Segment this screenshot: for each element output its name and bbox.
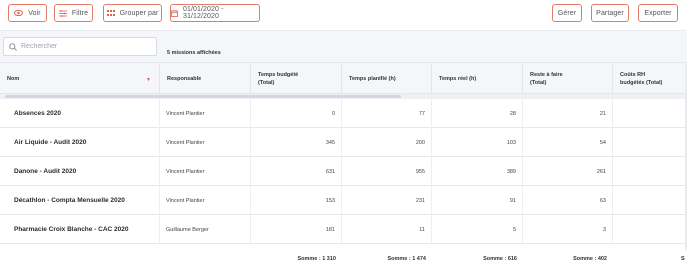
table-footer: Somme : 1 310 Somme : 1 474 Somme : 616 … xyxy=(0,250,687,265)
table-row[interactable]: Absences 2020 Vincent Plantier 0 77 28 21 xyxy=(0,99,687,128)
mission-name-cell: Pharmacie Croix Blanche - CAC 2020 xyxy=(0,215,160,244)
date-range-button[interactable]: 01/01/2020 - 31/12/2020 xyxy=(170,4,260,22)
temps-reel-cell: 5 xyxy=(432,215,523,244)
gerer-button[interactable]: Gérer xyxy=(552,4,582,22)
temps-planifie-cell: 231 xyxy=(342,186,432,215)
sum-temps-planifie: Somme : 1 474 xyxy=(387,256,426,262)
reste-a-faire-cell: 261 xyxy=(523,157,613,186)
mission-name-cell: Air Liquide - Audit 2020 xyxy=(0,128,160,157)
column-header-couts-rh[interactable]: Coûts RH budgétés (Total) xyxy=(613,63,687,95)
gerer-label: Gérer xyxy=(557,9,577,17)
responsable-cell: Vincent Plantier xyxy=(160,186,251,215)
reste-a-faire-cell: 21 xyxy=(523,99,613,128)
column-header-responsable[interactable]: Responsable xyxy=(160,63,251,95)
search-box[interactable] xyxy=(3,37,157,56)
column-header-temps-reel[interactable]: Temps réel (h) xyxy=(432,63,523,95)
column-header-nom[interactable]: Nom ▼ xyxy=(0,63,160,95)
couts-rh-cell xyxy=(613,186,687,215)
table-row[interactable]: Air Liquide - Audit 2020 Vincent Plantier… xyxy=(0,128,687,157)
column-header-reste-sub: (Total) xyxy=(530,80,547,86)
temps-reel-cell: 103 xyxy=(432,128,523,157)
column-header-nom-label: Nom xyxy=(7,76,20,82)
group-grid-icon xyxy=(106,10,115,16)
column-header-reste-label: Reste à faire xyxy=(530,72,563,78)
date-range-label: 01/01/2020 - 31/12/2020 xyxy=(183,6,224,20)
toolbar: Voir Filtre Grouper par 01/01/2020 - 31/… xyxy=(0,0,687,30)
mission-name-cell: Décathlon - Compta Mensuelle 2020 xyxy=(0,186,160,215)
filtre-label: Filtre xyxy=(71,9,89,17)
couts-rh-cell xyxy=(613,215,687,244)
temps-budgete-cell: 345 xyxy=(251,128,342,157)
table-row[interactable]: Danone - Audit 2020 Vincent Plantier 631 95… xyxy=(0,157,687,186)
eye-icon xyxy=(14,10,24,16)
column-header-temps-budgete-label: Temps budgété xyxy=(258,72,299,78)
reste-a-faire-cell: 54 xyxy=(523,128,613,157)
mission-name-cell: Absences 2020 xyxy=(0,99,160,128)
sum-temps-reel: Somme : 616 xyxy=(483,256,517,262)
table-header: Nom ▼ Responsable Temps budgété (Total) … xyxy=(0,62,687,95)
column-header-temps-planifie[interactable]: Temps planifié (h) xyxy=(342,63,432,95)
column-header-temps-planifie-label: Temps planifié (h) xyxy=(349,76,396,82)
filter-sliders-icon xyxy=(58,9,67,17)
temps-budgete-cell: 631 xyxy=(251,157,342,186)
couts-rh-cell xyxy=(613,128,687,157)
calendar-icon xyxy=(171,9,178,17)
temps-planifie-cell: 200 xyxy=(342,128,432,157)
temps-budgete-cell: 0 xyxy=(251,99,342,128)
reste-a-faire-cell: 3 xyxy=(523,215,613,244)
sort-desc-icon[interactable]: ▼ xyxy=(146,76,151,84)
temps-planifie-cell: 77 xyxy=(342,99,432,128)
search-input[interactable] xyxy=(21,43,151,50)
sum-temps-budgete: Somme : 1 310 xyxy=(297,256,336,262)
responsable-cell: Guillaume Berger xyxy=(160,215,251,244)
temps-planifie-cell: 955 xyxy=(342,157,432,186)
voir-button[interactable]: Voir xyxy=(8,4,47,22)
reste-a-faire-cell: 63 xyxy=(523,186,613,215)
mission-name-cell: Danone - Audit 2020 xyxy=(0,157,160,186)
table-row[interactable]: Décathlon - Compta Mensuelle 2020 Vincent… xyxy=(0,186,687,215)
horizontal-scrollbar-thumb[interactable] xyxy=(5,95,401,98)
grouper-par-button[interactable]: Grouper par xyxy=(103,4,162,22)
temps-reel-cell: 28 xyxy=(432,99,523,128)
responsable-cell: Vincent Plantier xyxy=(160,128,251,157)
couts-rh-cell xyxy=(613,99,687,128)
responsable-cell: Vincent Plantier xyxy=(160,157,251,186)
sum-reste-a-faire: Somme : 402 xyxy=(573,256,607,262)
temps-reel-cell: 389 xyxy=(432,157,523,186)
filtre-button[interactable]: Filtre xyxy=(54,4,93,22)
column-header-reste-a-faire[interactable]: Reste à faire (Total) xyxy=(523,63,613,95)
grouper-par-label: Grouper par xyxy=(119,9,159,17)
partager-button[interactable]: Partager xyxy=(591,4,629,22)
exporter-label: Exporter xyxy=(644,9,672,17)
column-header-temps-budgete-sub: (Total) xyxy=(258,80,275,86)
column-header-temps-budgete[interactable]: Temps budgété (Total) xyxy=(251,63,342,95)
temps-planifie-cell: 11 xyxy=(342,215,432,244)
temps-budgete-cell: 153 xyxy=(251,186,342,215)
couts-rh-cell xyxy=(613,157,687,186)
column-header-temps-reel-label: Temps réel (h) xyxy=(439,76,477,82)
column-header-couts-sub: budgétés (Total) xyxy=(620,80,663,86)
sum-couts-rh-partial: S xyxy=(681,256,685,262)
missions-count: 5 missions affichées xyxy=(167,50,221,56)
responsable-cell: Vincent Plantier xyxy=(160,99,251,128)
search-icon xyxy=(9,42,17,51)
exporter-button[interactable]: Exporter xyxy=(638,4,678,22)
voir-label: Voir xyxy=(28,9,41,17)
column-header-couts-label: Coûts RH xyxy=(620,72,646,78)
column-header-responsable-label: Responsable xyxy=(167,76,202,82)
table-row[interactable]: Pharmacie Croix Blanche - CAC 2020 Guilla… xyxy=(0,215,687,244)
temps-reel-cell: 91 xyxy=(432,186,523,215)
partager-label: Partager xyxy=(596,9,624,17)
temps-budgete-cell: 181 xyxy=(251,215,342,244)
